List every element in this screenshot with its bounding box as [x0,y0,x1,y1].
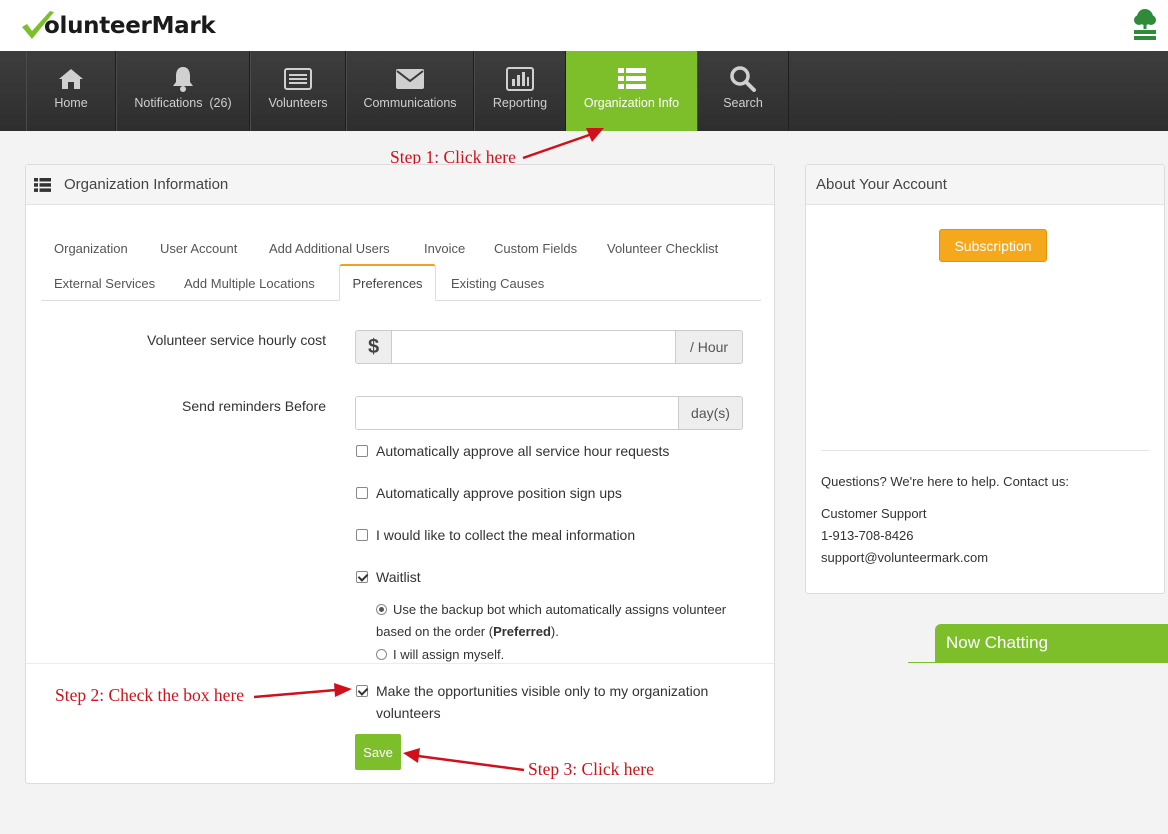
backup-bot-label-cont: based on the order (Preferred). [376,621,559,643]
nav-home[interactable]: Home [26,51,116,131]
checkbox-label: Waitlist [376,569,421,585]
support-title: Customer Support [821,506,927,521]
backup-bot-option[interactable]: Use the backup bot which automatically a… [376,599,726,621]
nav-communications[interactable]: Communications [346,51,474,131]
step3-arrow [403,748,525,772]
text-line: Make the opportunities visible only to m… [376,683,709,699]
logo-text: olunteerMark [44,13,216,39]
bell-icon [170,64,196,94]
main-nav: Home Notifications (26) Volunteers Commu… [0,51,1168,131]
support-email[interactable]: support@volunteermark.com [821,550,988,565]
reminders-label: Send reminders Before [182,398,326,414]
home-icon [58,64,84,94]
panel-title: Organization Information [64,176,229,193]
assign-myself-radio[interactable] [376,649,387,660]
hourly-cost-label: Volunteer service hourly cost [147,332,326,348]
list-icon [34,177,51,192]
meal-info-checkbox[interactable] [356,529,368,541]
nav-reporting[interactable]: Reporting [474,51,566,131]
subscription-button[interactable]: Subscription [939,229,1047,262]
days-suffix: day(s) [678,397,742,429]
account-divider [821,450,1149,451]
assign-myself-label: I will assign myself. [393,647,505,662]
tab-organization[interactable]: Organization [54,241,128,256]
text-part: based on the order ( [376,624,494,639]
save-button[interactable]: Save [355,734,401,770]
chat-underline [908,662,1168,663]
tab-user-account[interactable]: User Account [160,241,237,256]
hourly-cost-group: $ / Hour [355,330,743,364]
waitlist-checkbox[interactable] [356,571,368,583]
panel-header: Organization Information [26,165,774,205]
account-panel: About Your Account Subscription Question… [805,164,1165,594]
section-divider [26,663,774,664]
per-hour-suffix: / Hour [675,331,742,363]
auto-approve-hours-checkbox[interactable] [356,445,368,457]
tab-volunteer-checklist[interactable]: Volunteer Checklist [607,241,718,256]
bar-chart-icon [506,64,534,94]
help-text: Questions? We're here to help. Contact u… [821,474,1069,489]
reminders-group: day(s) [355,396,743,430]
brand-logo[interactable]: olunteerMark [20,8,216,44]
visibility-checkbox[interactable] [356,685,368,697]
backup-bot-label: Use the backup bot which automatically a… [393,602,727,617]
list-box-icon [284,64,312,94]
support-phone: 1-913-708-8426 [821,528,914,543]
tab-external-services[interactable]: External Services [54,276,155,291]
tab-add-multiple-locations[interactable]: Add Multiple Locations [184,276,315,291]
preferred-text: Preferred [493,624,551,639]
nav-notifications[interactable]: Notifications (26) [116,51,250,131]
tab-existing-causes[interactable]: Existing Causes [451,276,544,291]
reminders-input[interactable] [356,397,678,429]
tab-preferences[interactable]: Preferences [339,264,436,301]
top-bar: olunteerMark [0,0,1168,51]
auto-approve-signups-checkbox[interactable] [356,487,368,499]
dollar-icon: $ [356,331,392,363]
now-chatting-tab[interactable]: Now Chatting [935,624,1168,662]
step1-arrow [522,128,604,160]
nav-label: Communications [363,96,457,110]
envelope-icon [395,64,425,94]
step2-arrow [253,683,352,699]
panel-title: About Your Account [816,176,947,193]
search-icon [729,64,757,94]
text-part: ). [550,624,559,639]
tab-invoice[interactable]: Invoice [424,241,465,256]
visibility-label: Make the opportunities visible only to m… [376,680,708,724]
waitlist-option[interactable]: Waitlist [356,566,421,588]
nav-label: Volunteers [268,96,328,110]
auto-approve-hours-option[interactable]: Automatically approve all service hour r… [356,440,669,462]
nav-organization-info[interactable]: Organization Info [566,51,697,131]
meal-info-option[interactable]: I would like to collect the meal informa… [356,524,635,546]
visibility-option[interactable]: Make the opportunities visible only to m… [356,680,756,724]
nav-label: Notifications (26) [134,96,232,110]
text-line: volunteers [376,705,441,721]
step3-annotation: Step 3: Click here [528,759,654,779]
nav-label: Home [54,96,88,110]
nav-search[interactable]: Search [697,51,789,131]
checkbox-label: I would like to collect the meal informa… [376,527,636,543]
panel-header: About Your Account [806,165,1164,205]
nav-label: Reporting [492,96,548,110]
checkbox-label: Automatically approve all service hour r… [376,443,670,459]
nav-volunteers[interactable]: Volunteers [250,51,346,131]
nav-label: Organization Info [583,96,680,110]
hourly-cost-input[interactable] [392,331,675,363]
step2-annotation: Step 2: Check the box here [55,685,245,705]
backup-bot-radio[interactable] [376,604,387,615]
tab-custom-fields[interactable]: Custom Fields [494,241,577,256]
nav-label: Search [723,96,763,110]
assign-myself-option[interactable]: I will assign myself. [376,644,504,662]
tree-logo-icon [1134,9,1156,40]
auto-approve-signups-option[interactable]: Automatically approve position sign ups [356,482,622,504]
list-icon [617,64,647,94]
checkbox-label: Automatically approve position sign ups [376,485,622,501]
tab-add-additional-users[interactable]: Add Additional Users [269,241,390,256]
